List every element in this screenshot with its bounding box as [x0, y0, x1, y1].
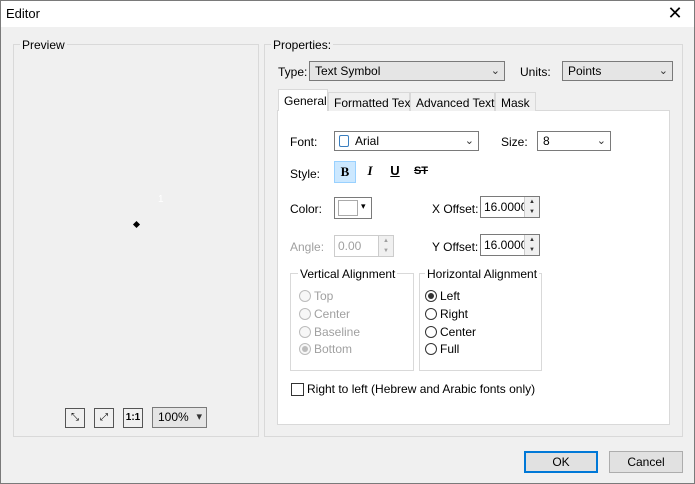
y-offset-input[interactable]: 16.0000 ▲ ▼ — [480, 234, 540, 256]
size-select[interactable]: 8 ⌄ — [537, 131, 611, 151]
radio-center-vertical[interactable] — [299, 308, 311, 320]
underline-button[interactable]: U — [384, 161, 406, 183]
actual-size-icon[interactable]: 1:1 — [123, 408, 143, 428]
units-select[interactable]: Points ⌄ — [562, 61, 673, 81]
radio-left[interactable] — [425, 290, 437, 302]
radio-full-label: Full — [440, 342, 460, 356]
x-offset-label: X Offset: — [432, 202, 479, 216]
rtl-checkbox-label: Right to left (Hebrew and Arabic fonts o… — [307, 382, 536, 396]
radio-left-label: Left — [440, 289, 461, 303]
tab-general[interactable]: General — [278, 89, 328, 111]
horizontal-alignment-group — [419, 273, 542, 371]
radio-bottom[interactable] — [299, 343, 311, 355]
spin-arrows-icon[interactable]: ▲ ▼ — [378, 236, 393, 256]
preview-label: Preview — [20, 38, 67, 52]
units-label: Units: — [520, 65, 551, 79]
radio-top[interactable] — [299, 290, 311, 302]
radio-baseline-label: Baseline — [314, 325, 361, 339]
spin-arrows-icon[interactable]: ▲ ▼ — [524, 197, 539, 217]
preview-number: 1 — [158, 194, 164, 205]
properties-label: Properties: — [271, 38, 334, 52]
cancel-button[interactable]: Cancel — [609, 451, 683, 473]
radio-center-horizontal[interactable] — [425, 326, 437, 338]
tab-formatted-text[interactable]: Formatted Text — [328, 92, 414, 111]
radio-baseline[interactable] — [299, 326, 311, 338]
font-type-icon — [339, 135, 349, 147]
font-label: Font: — [290, 135, 318, 149]
x-offset-input[interactable]: 16.0000 ▲ ▼ — [480, 196, 540, 218]
horizontal-alignment-label: Horizontal Alignment — [425, 267, 540, 281]
vertical-alignment-label: Vertical Alignment — [298, 267, 398, 281]
zoom-fit-icon[interactable]: ⤡ — [65, 408, 85, 428]
radio-center-vertical-label: Center — [314, 307, 351, 321]
tab-mask[interactable]: Mask — [495, 92, 536, 111]
chevron-down-icon: ▾ — [361, 201, 366, 211]
size-label: Size: — [501, 135, 528, 149]
color-swatch — [338, 200, 358, 216]
color-label: Color: — [290, 202, 323, 216]
style-label: Style: — [290, 167, 321, 181]
zoom-select[interactable]: 100% ▾ — [152, 407, 207, 428]
title-bar: Editor ✕ — [1, 1, 694, 27]
tab-advanced-text[interactable]: Advanced Text — [410, 92, 495, 111]
y-offset-label: Y Offset: — [432, 240, 479, 254]
radio-bottom-label: Bottom — [314, 342, 353, 356]
radio-full[interactable] — [425, 343, 437, 355]
radio-top-label: Top — [314, 289, 334, 303]
window-title: Editor — [6, 6, 40, 21]
font-select[interactable]: Arial ⌄ — [334, 131, 479, 151]
rtl-checkbox[interactable] — [291, 383, 304, 396]
radio-right[interactable] — [425, 308, 437, 320]
angle-input[interactable]: 0.00 ▲ ▼ — [334, 235, 394, 257]
italic-button[interactable]: I — [359, 161, 381, 183]
type-select[interactable]: Text Symbol ⌄ — [309, 61, 505, 81]
spin-arrows-icon[interactable]: ▲ ▼ — [524, 235, 539, 255]
preview-group — [13, 44, 259, 437]
radio-right-label: Right — [440, 307, 469, 321]
ok-button[interactable]: OK — [524, 451, 598, 473]
radio-center-horizontal-label: Center — [440, 325, 477, 339]
strikethrough-button[interactable]: ST — [410, 161, 432, 183]
type-label: Type: — [278, 65, 308, 79]
bold-button[interactable]: B — [334, 161, 356, 183]
full-extent-icon[interactable]: ⤢ — [94, 408, 114, 428]
close-icon[interactable]: ✕ — [664, 3, 686, 23]
vertical-alignment-group — [290, 273, 414, 371]
color-picker[interactable]: ▾ — [334, 197, 372, 219]
editor-dialog: Editor ✕ Preview 1 ⤡ ⤢ 1:1 100% ▾ Proper… — [0, 0, 695, 484]
angle-label: Angle: — [290, 240, 325, 254]
